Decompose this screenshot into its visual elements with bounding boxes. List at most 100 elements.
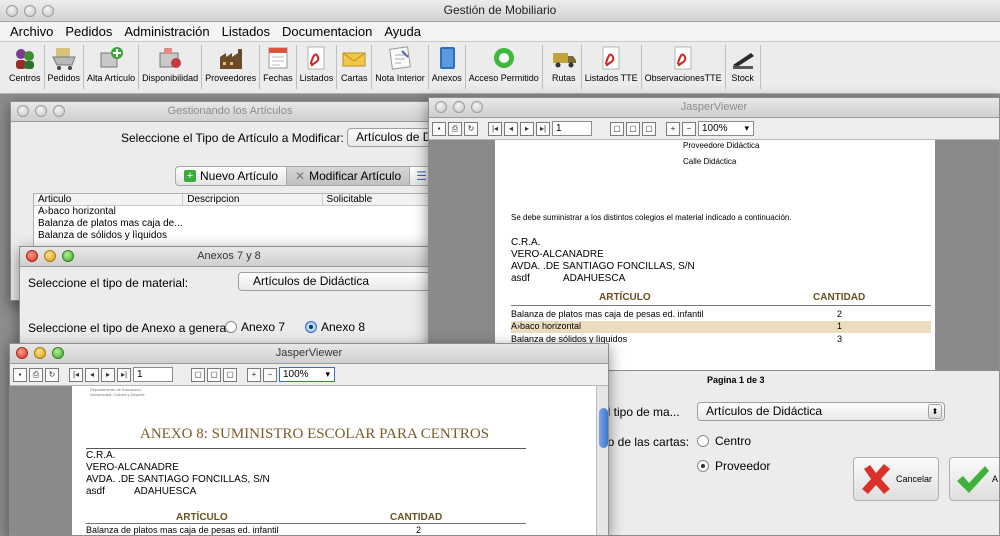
- actual-size-icon[interactable]: ▢: [191, 367, 205, 382]
- toolbar-nota-interior-button[interactable]: Nota Interior: [372, 45, 429, 89]
- fit-width-icon[interactable]: ▢: [223, 367, 237, 382]
- toolbar-fechas-button[interactable]: Fechas: [260, 45, 297, 89]
- minimize-icon[interactable]: [34, 347, 46, 359]
- toolbar-listados-button[interactable]: Listados: [297, 45, 338, 89]
- zoom-icon[interactable]: [62, 250, 74, 262]
- toolbar-alta-articulo-button[interactable]: Alta Artículo: [84, 45, 140, 89]
- toolbar-pedidos-button[interactable]: Pedidos: [45, 45, 85, 89]
- reload-icon[interactable]: ↻: [464, 121, 478, 136]
- toolbar-rutas-button[interactable]: Rutas: [547, 45, 582, 89]
- toolbar-listados-tte-button[interactable]: Listados TTE: [582, 45, 642, 89]
- table-row[interactable]: A›baco horizontal: [34, 206, 432, 218]
- toolbar-acceso-permitido-button[interactable]: Acceso Permitido: [466, 45, 543, 89]
- minimize-icon[interactable]: [453, 101, 465, 113]
- toolbar-disponibilidad-button[interactable]: Disponibilidad: [139, 45, 203, 89]
- minimize-icon[interactable]: [24, 5, 36, 17]
- column-solicitable[interactable]: Solicitable: [323, 194, 432, 205]
- annex-7-radio[interactable]: Anexo 7: [225, 320, 285, 334]
- print-icon[interactable]: ⎙: [29, 367, 43, 382]
- save-icon[interactable]: ▪: [432, 121, 446, 136]
- menu-archivo[interactable]: Archivo: [4, 24, 59, 39]
- table-row[interactable]: Balanza de platos mas caja de...: [34, 218, 432, 230]
- type-select[interactable]: Artículos de Didáctica ⬍: [697, 402, 945, 421]
- close-icon[interactable]: [435, 101, 447, 113]
- toolbar-stock-button[interactable]: Stock: [726, 45, 761, 89]
- print-icon[interactable]: ⎙: [448, 121, 462, 136]
- address-line: C.R.A.: [86, 450, 116, 461]
- window-controls[interactable]: [435, 101, 483, 113]
- zoom-out-icon[interactable]: −: [263, 367, 277, 382]
- heading-rule: [86, 448, 526, 449]
- window-controls[interactable]: [26, 250, 74, 262]
- radio-selected-icon: [305, 321, 317, 333]
- red-x-icon: [862, 464, 890, 494]
- menu-listados[interactable]: Listados: [216, 24, 276, 39]
- menu-documentacion[interactable]: Documentacion: [276, 24, 378, 39]
- menu-ayuda[interactable]: Ayuda: [378, 24, 427, 39]
- toolbar-cartas-button[interactable]: Cartas: [337, 45, 373, 89]
- last-page-icon[interactable]: ▸|: [536, 121, 550, 136]
- toolbar-observaciones-tte-button[interactable]: ObservacionesTTE: [642, 45, 726, 89]
- toolbar-proveedores-button[interactable]: Proveedores: [202, 45, 261, 89]
- address-line: asdf: [86, 486, 105, 497]
- last-page-icon[interactable]: ▸|: [117, 367, 131, 382]
- minimize-icon[interactable]: [35, 105, 47, 117]
- supplier-name: Proveedore Didáctica: [683, 141, 760, 150]
- next-page-icon[interactable]: ▸: [520, 121, 534, 136]
- zoom-icon[interactable]: [53, 105, 65, 117]
- zoom-in-icon[interactable]: +: [666, 121, 680, 136]
- previous-page-icon[interactable]: ◂: [504, 121, 518, 136]
- tab-nuevo-articulo[interactable]: + Nuevo Artículo: [175, 166, 287, 186]
- close-icon[interactable]: [6, 5, 18, 17]
- toolbar-anexos-button[interactable]: Anexos: [429, 45, 466, 89]
- table-row[interactable]: Balanza de sólidos y lìquidos: [34, 230, 432, 242]
- fit-page-icon[interactable]: ▢: [207, 367, 221, 382]
- menu-administracion[interactable]: Administración: [118, 24, 215, 39]
- centro-radio[interactable]: Centro: [697, 434, 751, 448]
- zoom-select[interactable]: 100%: [698, 121, 754, 136]
- menu-pedidos[interactable]: Pedidos: [59, 24, 118, 39]
- zoom-icon[interactable]: [52, 347, 64, 359]
- proveedor-radio[interactable]: Proveedor: [697, 459, 770, 473]
- reload-icon[interactable]: ↻: [45, 367, 59, 382]
- next-page-icon[interactable]: ▸: [101, 367, 115, 382]
- column-articulo[interactable]: Articulo: [34, 194, 184, 205]
- close-icon[interactable]: [16, 347, 28, 359]
- page-number-input[interactable]: 1: [552, 121, 592, 136]
- fit-width-icon[interactable]: ▢: [642, 121, 656, 136]
- toolbar-centros-button[interactable]: Centros: [6, 45, 45, 89]
- annex-8-radio[interactable]: Anexo 8: [305, 320, 365, 334]
- address-line: ADAHUESCA: [134, 486, 197, 497]
- previous-page-icon[interactable]: ◂: [85, 367, 99, 382]
- window-controls[interactable]: [16, 347, 64, 359]
- report-page: Proveedore Didáctica Calle Didáctica Se …: [495, 140, 935, 370]
- scroll-thumb[interactable]: [599, 408, 608, 448]
- material-select[interactable]: Artículos de Didáctica: [238, 272, 438, 291]
- zoom-out-icon[interactable]: −: [682, 121, 696, 136]
- note-icon: [389, 46, 411, 70]
- tab-modificar-articulo[interactable]: ✕ Modificar Artículo: [286, 166, 411, 186]
- zoom-icon[interactable]: [471, 101, 483, 113]
- actual-size-icon[interactable]: ▢: [610, 121, 624, 136]
- page-number-input[interactable]: 1: [133, 367, 173, 382]
- cancel-button[interactable]: Cancelar: [853, 457, 939, 501]
- close-icon[interactable]: [26, 250, 38, 262]
- fit-page-icon[interactable]: ▢: [626, 121, 640, 136]
- column-descripcion[interactable]: Descripcion: [183, 194, 323, 205]
- window-controls[interactable]: [6, 5, 54, 17]
- first-page-icon[interactable]: |◂: [488, 121, 502, 136]
- zoom-select[interactable]: 100%: [279, 367, 335, 382]
- add-box-icon: [100, 47, 124, 68]
- vertical-scrollbar[interactable]: [596, 386, 608, 535]
- zoom-in-icon[interactable]: +: [247, 367, 261, 382]
- window-controls[interactable]: [17, 105, 65, 117]
- header-rule: [86, 523, 526, 524]
- report-row: Balanza de platos mas caja de pesas ed. …: [511, 309, 843, 319]
- minimize-icon[interactable]: [44, 250, 56, 262]
- zoom-icon[interactable]: [42, 5, 54, 17]
- accept-button[interactable]: A: [949, 457, 999, 501]
- save-icon[interactable]: ▪: [13, 367, 27, 382]
- close-icon[interactable]: [17, 105, 29, 117]
- first-page-icon[interactable]: |◂: [69, 367, 83, 382]
- report-row: Balanza de platos mas caja de pesas ed. …: [86, 525, 422, 535]
